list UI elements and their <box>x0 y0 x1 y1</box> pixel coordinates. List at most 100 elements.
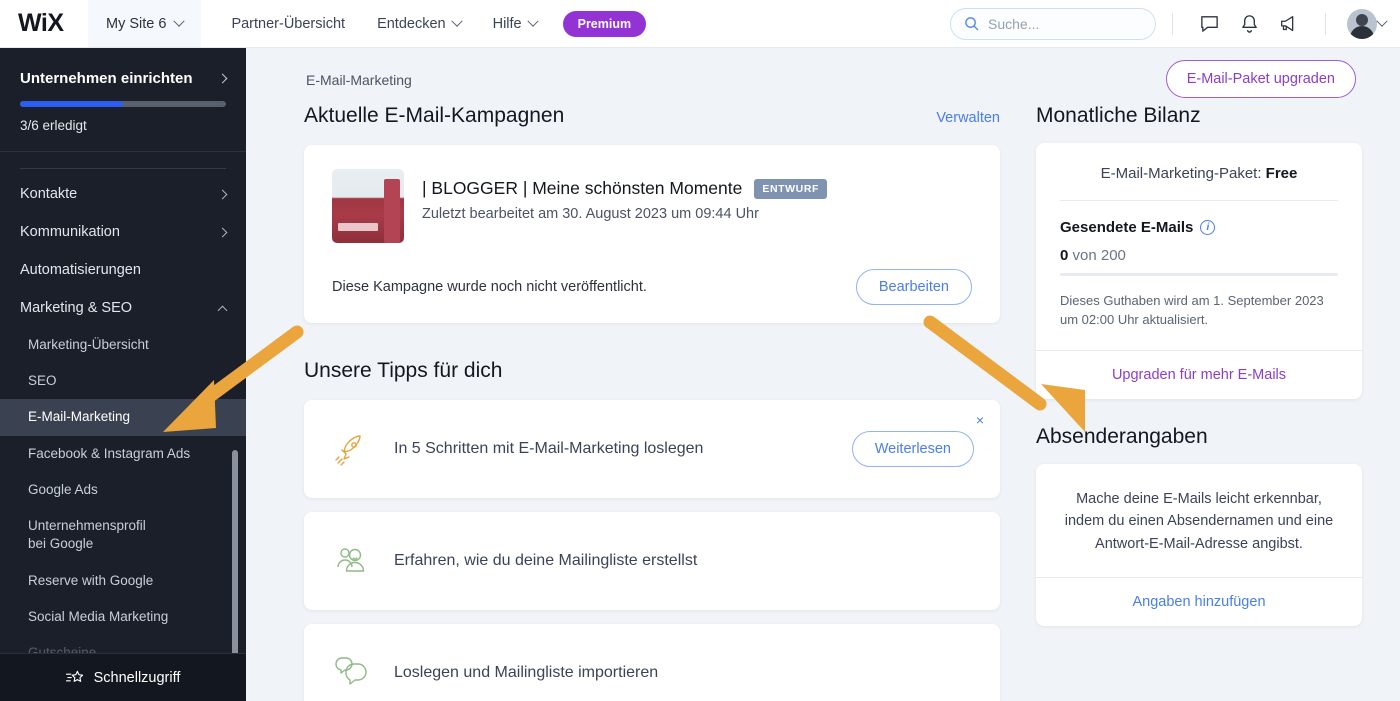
campaign-title-row: | BLOGGER | Meine schönsten Momente ENTW… <box>422 169 972 199</box>
chevron-right-icon <box>217 189 228 199</box>
sidebar-item-google-ads[interactable]: Google Ads <box>0 472 246 508</box>
campaign-last-edited: Zuletzt bearbeitet am 30. August 2023 um… <box>422 206 759 222</box>
sidebar-item-label: Kommunikation <box>20 224 120 240</box>
sidebar-item-marketing-seo[interactable]: Marketing & SEO <box>0 289 246 327</box>
sidebar-item-seo[interactable]: SEO <box>0 363 246 399</box>
campaign-row: | BLOGGER | Meine schönsten Momente ENTW… <box>332 169 972 243</box>
sidebar: Unternehmen einrichten 3/6 erledigt Kont… <box>0 48 246 701</box>
add-sender-details-link[interactable]: Angaben hinzufügen <box>1036 577 1362 626</box>
site-name: My Site 6 <box>106 15 167 32</box>
wix-logo[interactable]: WiX <box>0 9 88 38</box>
tip-card-3: Loslegen und Mailingliste importieren <box>304 624 1000 701</box>
edit-campaign-button[interactable]: Bearbeiten <box>855 269 972 305</box>
tip-text: Erfahren, wie du deine Mailingliste erst… <box>394 552 698 569</box>
nav-label: Partner-Übersicht <box>231 15 346 32</box>
premium-button[interactable]: Premium <box>562 10 647 37</box>
sidebar-scrollbar[interactable] <box>232 450 238 672</box>
upgrade-email-plan-button[interactable]: E-Mail-Paket upgraden <box>1165 60 1356 98</box>
close-icon[interactable]: × <box>976 412 984 428</box>
info-icon[interactable]: i <box>1200 220 1216 235</box>
divider <box>1060 200 1338 201</box>
setup-header[interactable]: Unternehmen einrichten <box>20 70 228 87</box>
sidebar-item-marketing-uebersicht[interactable]: Marketing-Übersicht <box>0 327 246 363</box>
breadcrumb: E-Mail-Marketing <box>306 72 412 88</box>
setup-progress-label: 3/6 erledigt <box>20 118 87 133</box>
plan-line: E-Mail-Marketing-Paket: Free <box>1060 165 1338 182</box>
quick-access-label: Schnellzugriff <box>93 669 181 686</box>
nav-label: Hilfe <box>492 15 522 32</box>
sidebar-item-automatisierungen[interactable]: Automatisierungen <box>0 251 246 289</box>
sidebar-item-reserve-with-google[interactable]: Reserve with Google <box>0 563 246 599</box>
chevron-right-icon <box>217 227 228 237</box>
divider <box>20 168 226 169</box>
chevron-down-icon <box>450 15 463 27</box>
nav-partner-uebersicht[interactable]: Partner-Übersicht <box>215 0 361 48</box>
main-content: E-Mail-Marketing E-Mail-Paket upgraden A… <box>246 48 1400 701</box>
right-panel: Monatliche Bilanz E-Mail-Marketing-Paket… <box>1036 104 1362 652</box>
nav-label: Entdecken <box>377 15 446 32</box>
setup-progress-fill <box>20 101 123 107</box>
campaigns-section-title: Aktuelle E-Mail-Kampagnen <box>304 104 565 127</box>
notifications-bell-icon[interactable] <box>1229 4 1269 44</box>
tip-card-1: × In 5 Schritten mit E-Mail-Marketing lo… <box>304 400 1000 498</box>
campaign-status-note: Diese Kampagne wurde noch nicht veröffen… <box>332 279 647 295</box>
search-icon <box>965 17 979 31</box>
nav-entdecken[interactable]: Entdecken <box>361 0 477 48</box>
sender-section-title: Absenderangaben <box>1036 424 1208 448</box>
sent-emails-label-row: Gesendete E-Mails i <box>1060 219 1338 236</box>
monthly-balance-card: E-Mail-Marketing-Paket: Free Gesendete E… <box>1036 143 1362 399</box>
sidebar-item-kontakte[interactable]: Kontakte <box>0 175 246 213</box>
tip-text: Loslegen und Mailingliste importieren <box>394 664 659 681</box>
tip-card-2: Erfahren, wie du deine Mailingliste erst… <box>304 512 1000 610</box>
sidebar-item-facebook-instagram-ads[interactable]: Facebook & Instagram Ads <box>0 436 246 472</box>
top-bar: WiX My Site 6 Partner-Übersicht Entdecke… <box>0 0 1400 48</box>
campaigns-section-header: Aktuelle E-Mail-Kampagnen Verwalten <box>304 104 1000 128</box>
megaphone-icon[interactable] <box>1269 4 1309 44</box>
divider <box>1325 12 1326 35</box>
sidebar-item-email-marketing[interactable]: E-Mail-Marketing <box>0 399 246 436</box>
chevron-up-icon <box>217 305 228 315</box>
manage-campaigns-link[interactable]: Verwalten <box>936 110 1000 126</box>
plan-prefix: E-Mail-Marketing-Paket: <box>1100 165 1266 182</box>
chat-icon[interactable] <box>1189 4 1229 44</box>
chevron-right-icon <box>217 73 228 84</box>
sent-emails-progress-bar <box>1060 273 1338 276</box>
campaign-card: | BLOGGER | Meine schönsten Momente ENTW… <box>304 145 1000 323</box>
rocket-icon <box>330 428 372 470</box>
divider <box>1172 12 1173 35</box>
setup-title-label: Unternehmen einrichten <box>20 70 193 87</box>
sent-emails-label: Gesendete E-Mails <box>1060 219 1194 236</box>
campaign-title: | BLOGGER | Meine schönsten Momente <box>422 178 743 198</box>
upgrade-for-more-emails-link[interactable]: Upgraden für mehr E-Mails <box>1036 349 1362 399</box>
status-badge: ENTWURF <box>754 178 828 199</box>
sidebar-item-label: Automatisierungen <box>20 262 141 278</box>
sent-emails-limit: von 200 <box>1068 247 1126 264</box>
sidebar-item-label: Marketing & SEO <box>20 300 133 316</box>
chat-bubbles-icon <box>330 652 372 694</box>
nav-hilfe[interactable]: Hilfe <box>477 0 553 48</box>
campaign-thumbnail <box>332 169 404 243</box>
renew-note: Dieses Guthaben wird am 1. September 202… <box>1060 293 1324 327</box>
sidebar-item-social-media-marketing[interactable]: Social Media Marketing <box>0 599 246 635</box>
sidebar-item-kommunikation[interactable]: Kommunikation <box>0 213 246 251</box>
campaign-footer: Diese Kampagne wurde noch nicht veröffen… <box>332 269 972 305</box>
top-bar-actions <box>950 4 1400 44</box>
tip-read-more-button[interactable]: Weiterlesen <box>851 431 974 467</box>
search-box[interactable] <box>950 7 1156 40</box>
site-selector[interactable]: My Site 6 <box>88 0 202 47</box>
sender-description: Mache deine E-Mails leicht erkennbar, in… <box>1064 490 1334 552</box>
sender-details-card: Mache deine E-Mails leicht erkennbar, in… <box>1036 463 1362 627</box>
plan-name: Free <box>1265 165 1298 182</box>
search-input[interactable] <box>988 15 1138 32</box>
setup-block[interactable]: Unternehmen einrichten 3/6 erledigt <box>0 48 246 151</box>
chevron-down-icon <box>173 15 186 27</box>
user-menu[interactable] <box>1342 4 1382 44</box>
balance-section-title: Monatliche Bilanz <box>1036 104 1201 127</box>
sidebar-item-label: Kontakte <box>20 186 78 202</box>
sidebar-item-unternehmensprofil-bei-google[interactable]: Unternehmensprofil bei Google <box>0 508 165 562</box>
quick-access-button[interactable]: Schnellzugriff <box>0 653 246 701</box>
campaigns-column: Aktuelle E-Mail-Kampagnen Verwalten | BL… <box>304 104 1000 701</box>
tips-section-title: Unsere Tipps für dich <box>304 359 503 382</box>
chevron-down-icon <box>526 15 539 27</box>
setup-progress-bar <box>20 101 226 107</box>
